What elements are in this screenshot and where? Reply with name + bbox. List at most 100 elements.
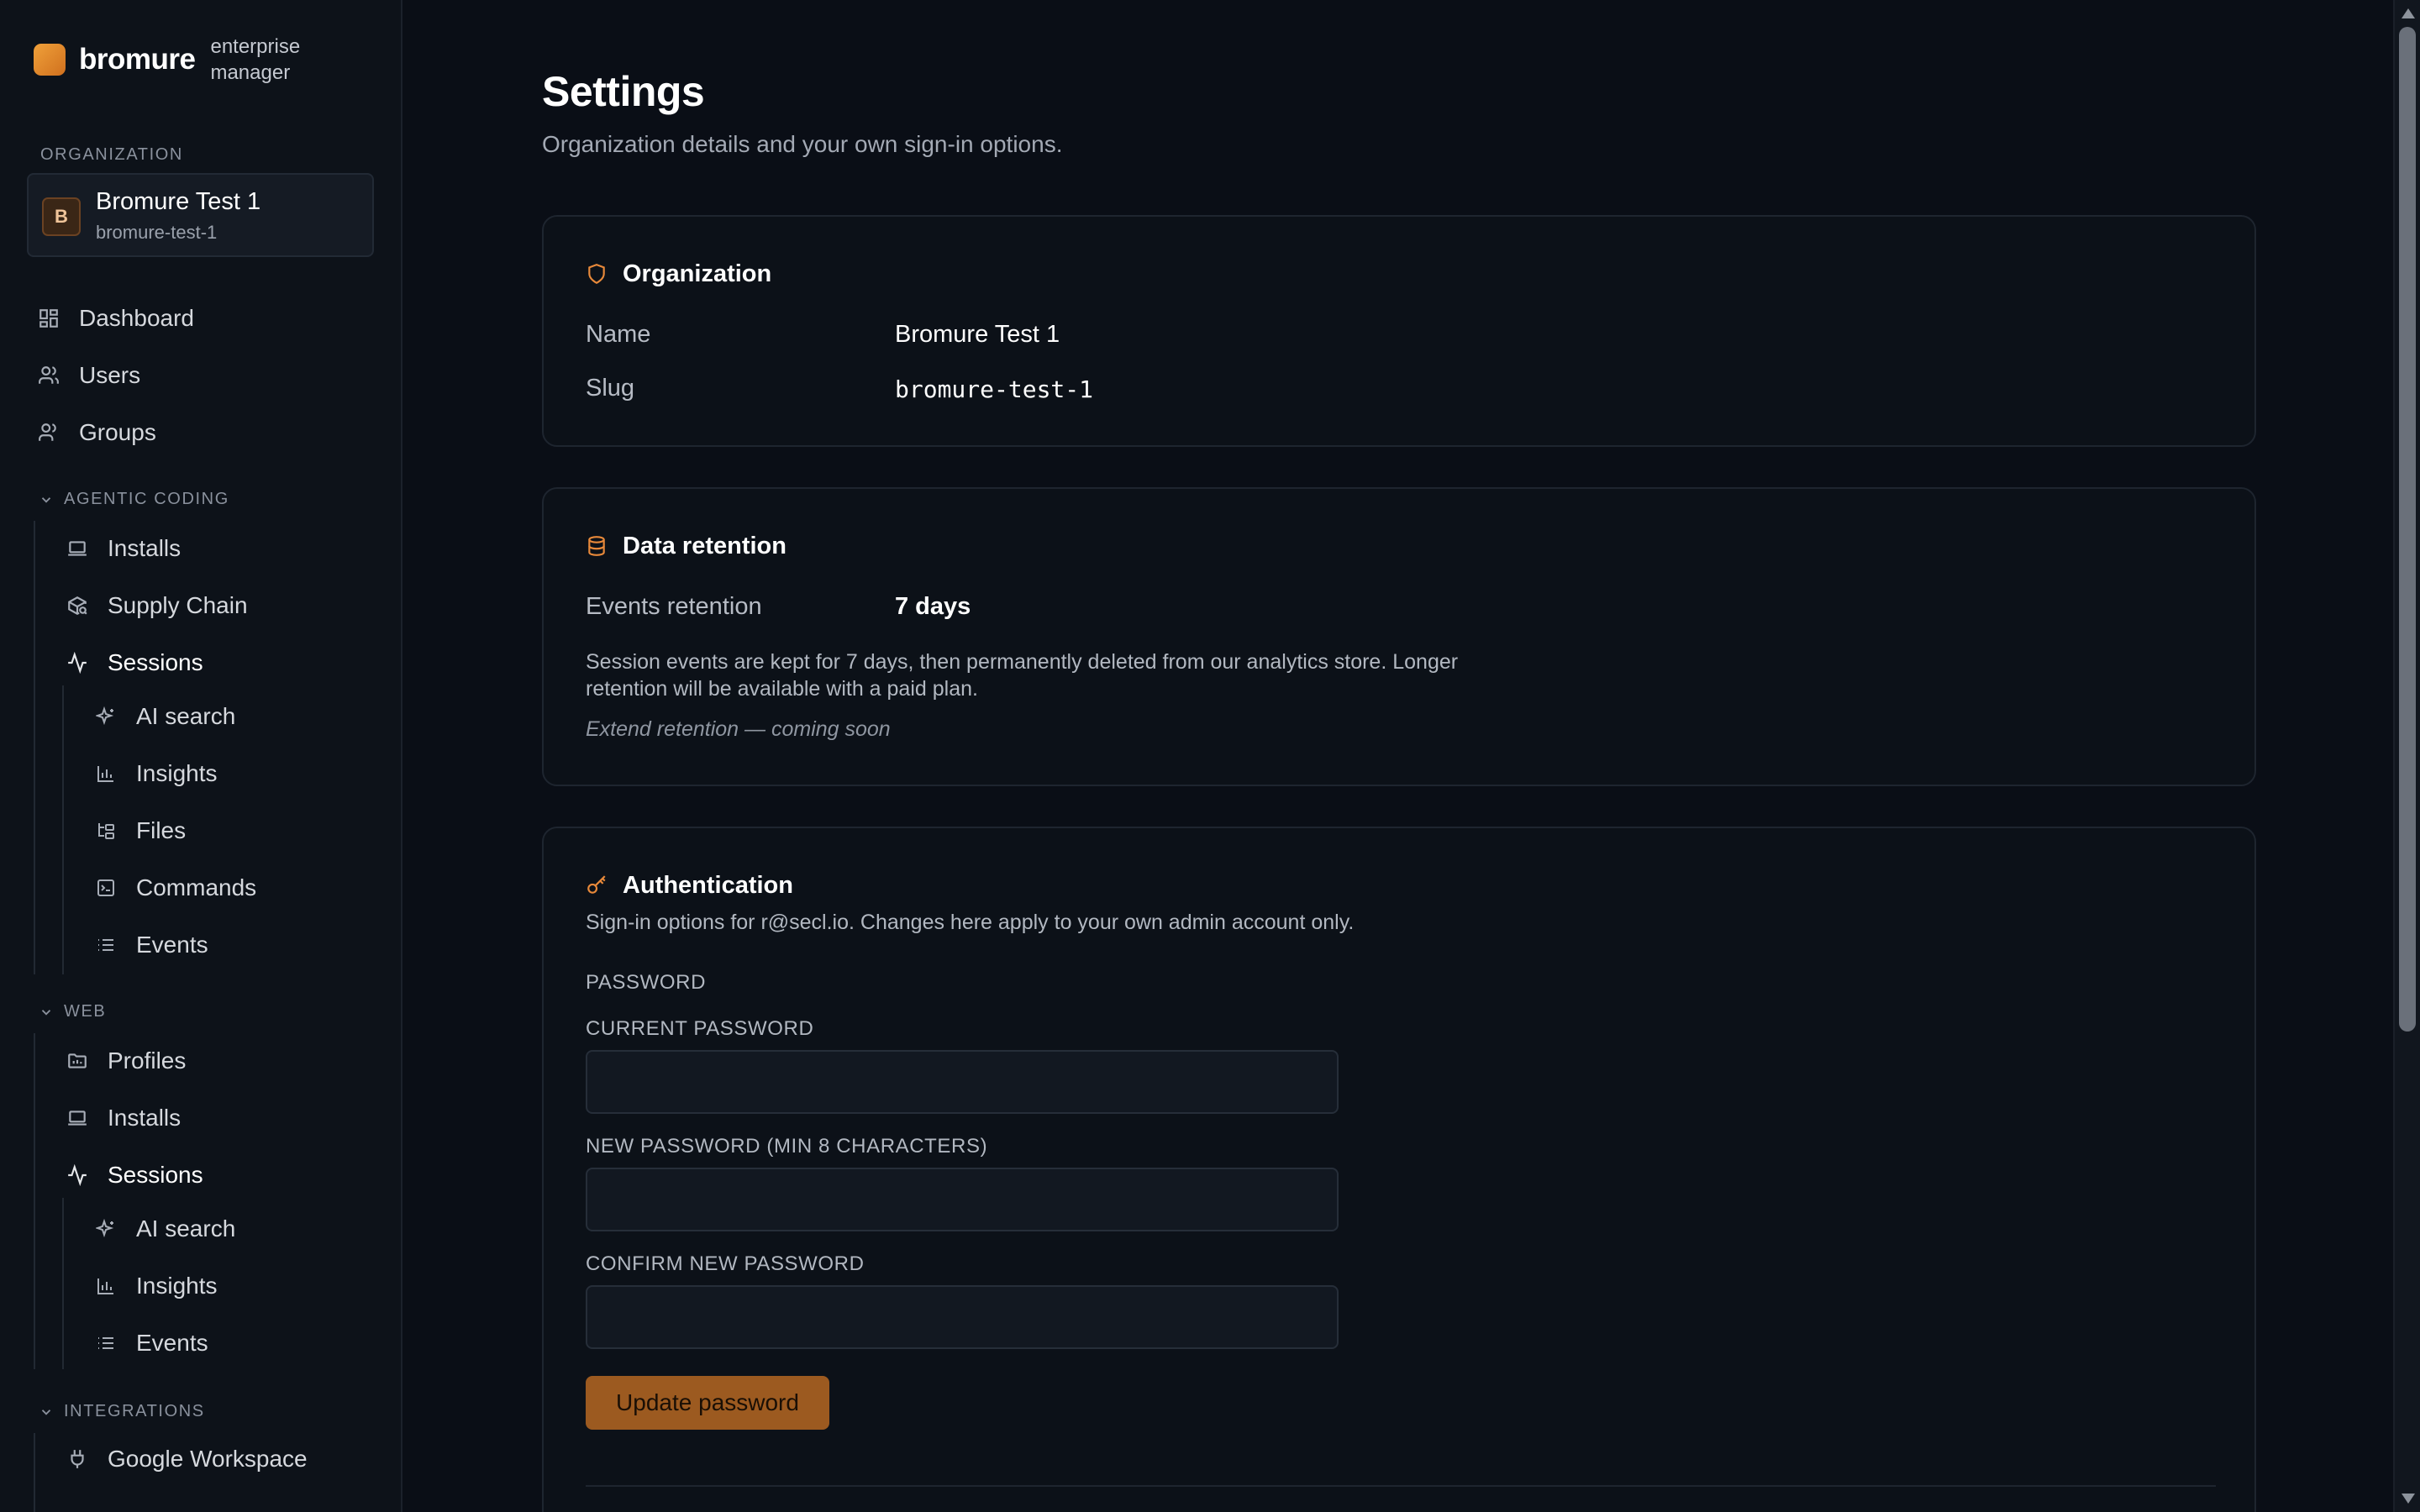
confirm-password-label: CONFIRM NEW PASSWORD — [586, 1252, 865, 1275]
sidebar-item-label: Commands — [136, 874, 257, 900]
sidebar: bromure enterprise manager ORGANIZATION … — [0, 0, 402, 1512]
sidebar-item-agentic-installs[interactable]: Installs — [66, 528, 181, 570]
sidebar-item-label: AI search — [136, 703, 236, 729]
org-name: Bromure Test 1 — [96, 188, 261, 215]
brand-subtitle: enterprise manager — [210, 35, 301, 84]
current-password-label: CURRENT PASSWORD — [586, 1017, 814, 1040]
sidebar-item-agentic-events[interactable]: Events — [94, 924, 208, 966]
org-slug-value: bromure-test-1 — [895, 375, 1094, 403]
database-icon — [586, 535, 609, 559]
plug-icon — [66, 1447, 89, 1471]
sidebar-item-groups[interactable]: Groups — [37, 412, 156, 454]
new-password-field[interactable] — [586, 1168, 1339, 1231]
org-slug: bromure-test-1 — [96, 222, 218, 243]
sidebar-item-label: AI search — [136, 1215, 236, 1242]
sidebar-item-label: Files — [136, 817, 187, 843]
package-search-icon — [66, 594, 89, 617]
org-name-label: Name — [586, 321, 651, 348]
sidebar-item-agentic-ai-search[interactable]: AI search — [94, 696, 235, 738]
sidebar-item-web-events[interactable]: Events — [94, 1322, 208, 1364]
events-retention-label: Events retention — [586, 593, 762, 620]
tree-line — [34, 521, 35, 974]
events-retention-value: 7 days — [895, 593, 971, 620]
sidebar-item-web-insights[interactable]: Insights — [94, 1265, 218, 1307]
list-icon — [94, 933, 118, 957]
tree-line — [62, 685, 64, 974]
brand[interactable]: bromure enterprise manager — [34, 34, 319, 86]
sidebar-item-web-ai-search[interactable]: AI search — [94, 1208, 235, 1250]
tree-line — [34, 1433, 35, 1512]
bar-chart-icon — [94, 762, 118, 785]
update-password-button[interactable]: Update password — [586, 1376, 829, 1430]
sidebar-item-label: Installs — [108, 1105, 182, 1131]
authentication-subtitle: Sign-in options for r@secl.io. Changes h… — [586, 911, 1355, 934]
chevron-down-icon — [39, 1005, 54, 1020]
scrollbar-thumb[interactable] — [2399, 27, 2416, 1032]
brand-name: bromure — [79, 43, 196, 76]
list-icon — [94, 1331, 118, 1355]
sidebar-item-label: Events — [136, 1330, 208, 1356]
sidebar-item-label: Supply Chain — [108, 592, 248, 618]
sidebar-item-label: Sessions — [108, 649, 203, 675]
data-retention-card-header: Data retention — [586, 533, 786, 560]
dashboard-icon — [37, 307, 60, 330]
group-web[interactable]: WEB — [39, 1002, 106, 1021]
scroll-up-arrow-icon[interactable] — [2402, 8, 2415, 18]
scroll-down-arrow-icon[interactable] — [2402, 1494, 2415, 1504]
tree-line — [34, 1033, 35, 1369]
page-scrollbar[interactable] — [2393, 0, 2420, 1512]
organization-card-title: Organization — [623, 260, 772, 287]
sidebar-item-web-profiles[interactable]: Profiles — [66, 1040, 186, 1082]
org-name-value: Bromure Test 1 — [895, 321, 1060, 348]
bromure-logo-icon — [34, 44, 66, 76]
new-password-label: NEW PASSWORD (MIN 8 CHARACTERS) — [586, 1135, 988, 1158]
sparkles-icon — [94, 1217, 118, 1241]
sidebar-item-dashboard[interactable]: Dashboard — [37, 297, 194, 339]
chevron-down-icon — [39, 492, 54, 507]
sidebar-item-web-installs[interactable]: Installs — [66, 1097, 181, 1139]
shield-icon — [586, 263, 609, 286]
data-retention-card: Data retention Events retention 7 days S… — [542, 487, 2256, 786]
sidebar-item-agentic-files[interactable]: Files — [94, 810, 186, 852]
extend-retention-note: Extend retention — coming soon — [586, 717, 891, 741]
group-label: WEB — [64, 1002, 107, 1021]
sidebar-item-label: Dashboard — [79, 305, 194, 331]
sidebar-item-agentic-insights[interactable]: Insights — [94, 753, 218, 795]
org-slug-label: Slug — [586, 375, 635, 402]
org-section-label: ORGANIZATION — [40, 145, 183, 164]
sidebar-item-label: Insights — [136, 760, 218, 786]
page-title: Settings — [542, 68, 705, 115]
sidebar-item-label: Google Workspace — [108, 1446, 308, 1472]
sidebar-item-web-sessions[interactable]: Sessions — [66, 1154, 203, 1196]
group-agentic-coding[interactable]: AGENTIC CODING — [39, 490, 229, 509]
sidebar-item-label: Insights — [136, 1273, 218, 1299]
sidebar-item-google-workspace[interactable]: Google Workspace — [66, 1438, 308, 1480]
sidebar-item-users[interactable]: Users — [37, 354, 140, 396]
data-retention-card-title: Data retention — [623, 533, 786, 559]
confirm-password-field[interactable] — [586, 1285, 1339, 1349]
sidebar-item-agentic-sessions[interactable]: Sessions — [66, 642, 203, 684]
organization-card-header: Organization — [586, 260, 771, 288]
current-password-field[interactable] — [586, 1050, 1339, 1114]
group-integrations[interactable]: INTEGRATIONS — [39, 1402, 205, 1421]
laptop-icon — [66, 537, 89, 560]
section-divider — [586, 1485, 2216, 1487]
sidebar-item-label: Groups — [79, 419, 156, 445]
activity-icon — [66, 1163, 89, 1187]
key-icon — [586, 874, 609, 898]
sidebar-item-label: Profiles — [108, 1047, 187, 1074]
folder-icon — [66, 1049, 89, 1073]
password-section-label: PASSWORD — [586, 971, 707, 994]
chevron-down-icon — [39, 1404, 54, 1420]
sidebar-item-supply-chain[interactable]: Supply Chain — [66, 585, 248, 627]
laptop-icon — [66, 1106, 89, 1130]
org-switcher[interactable]: B Bromure Test 1 bromure-test-1 — [27, 173, 374, 257]
terminal-icon — [94, 876, 118, 900]
organization-card: Organization Name Bromure Test 1 Slug br… — [542, 215, 2256, 447]
group-label: AGENTIC CODING — [64, 490, 229, 508]
retention-note: Session events are kept for 7 days, then… — [586, 650, 1459, 701]
main-content: Settings Organization details and your o… — [403, 0, 2393, 1512]
sidebar-item-agentic-commands[interactable]: Commands — [94, 867, 256, 909]
sidebar-item-label: Users — [79, 362, 141, 388]
page-subtitle: Organization details and your own sign-i… — [542, 131, 1063, 157]
